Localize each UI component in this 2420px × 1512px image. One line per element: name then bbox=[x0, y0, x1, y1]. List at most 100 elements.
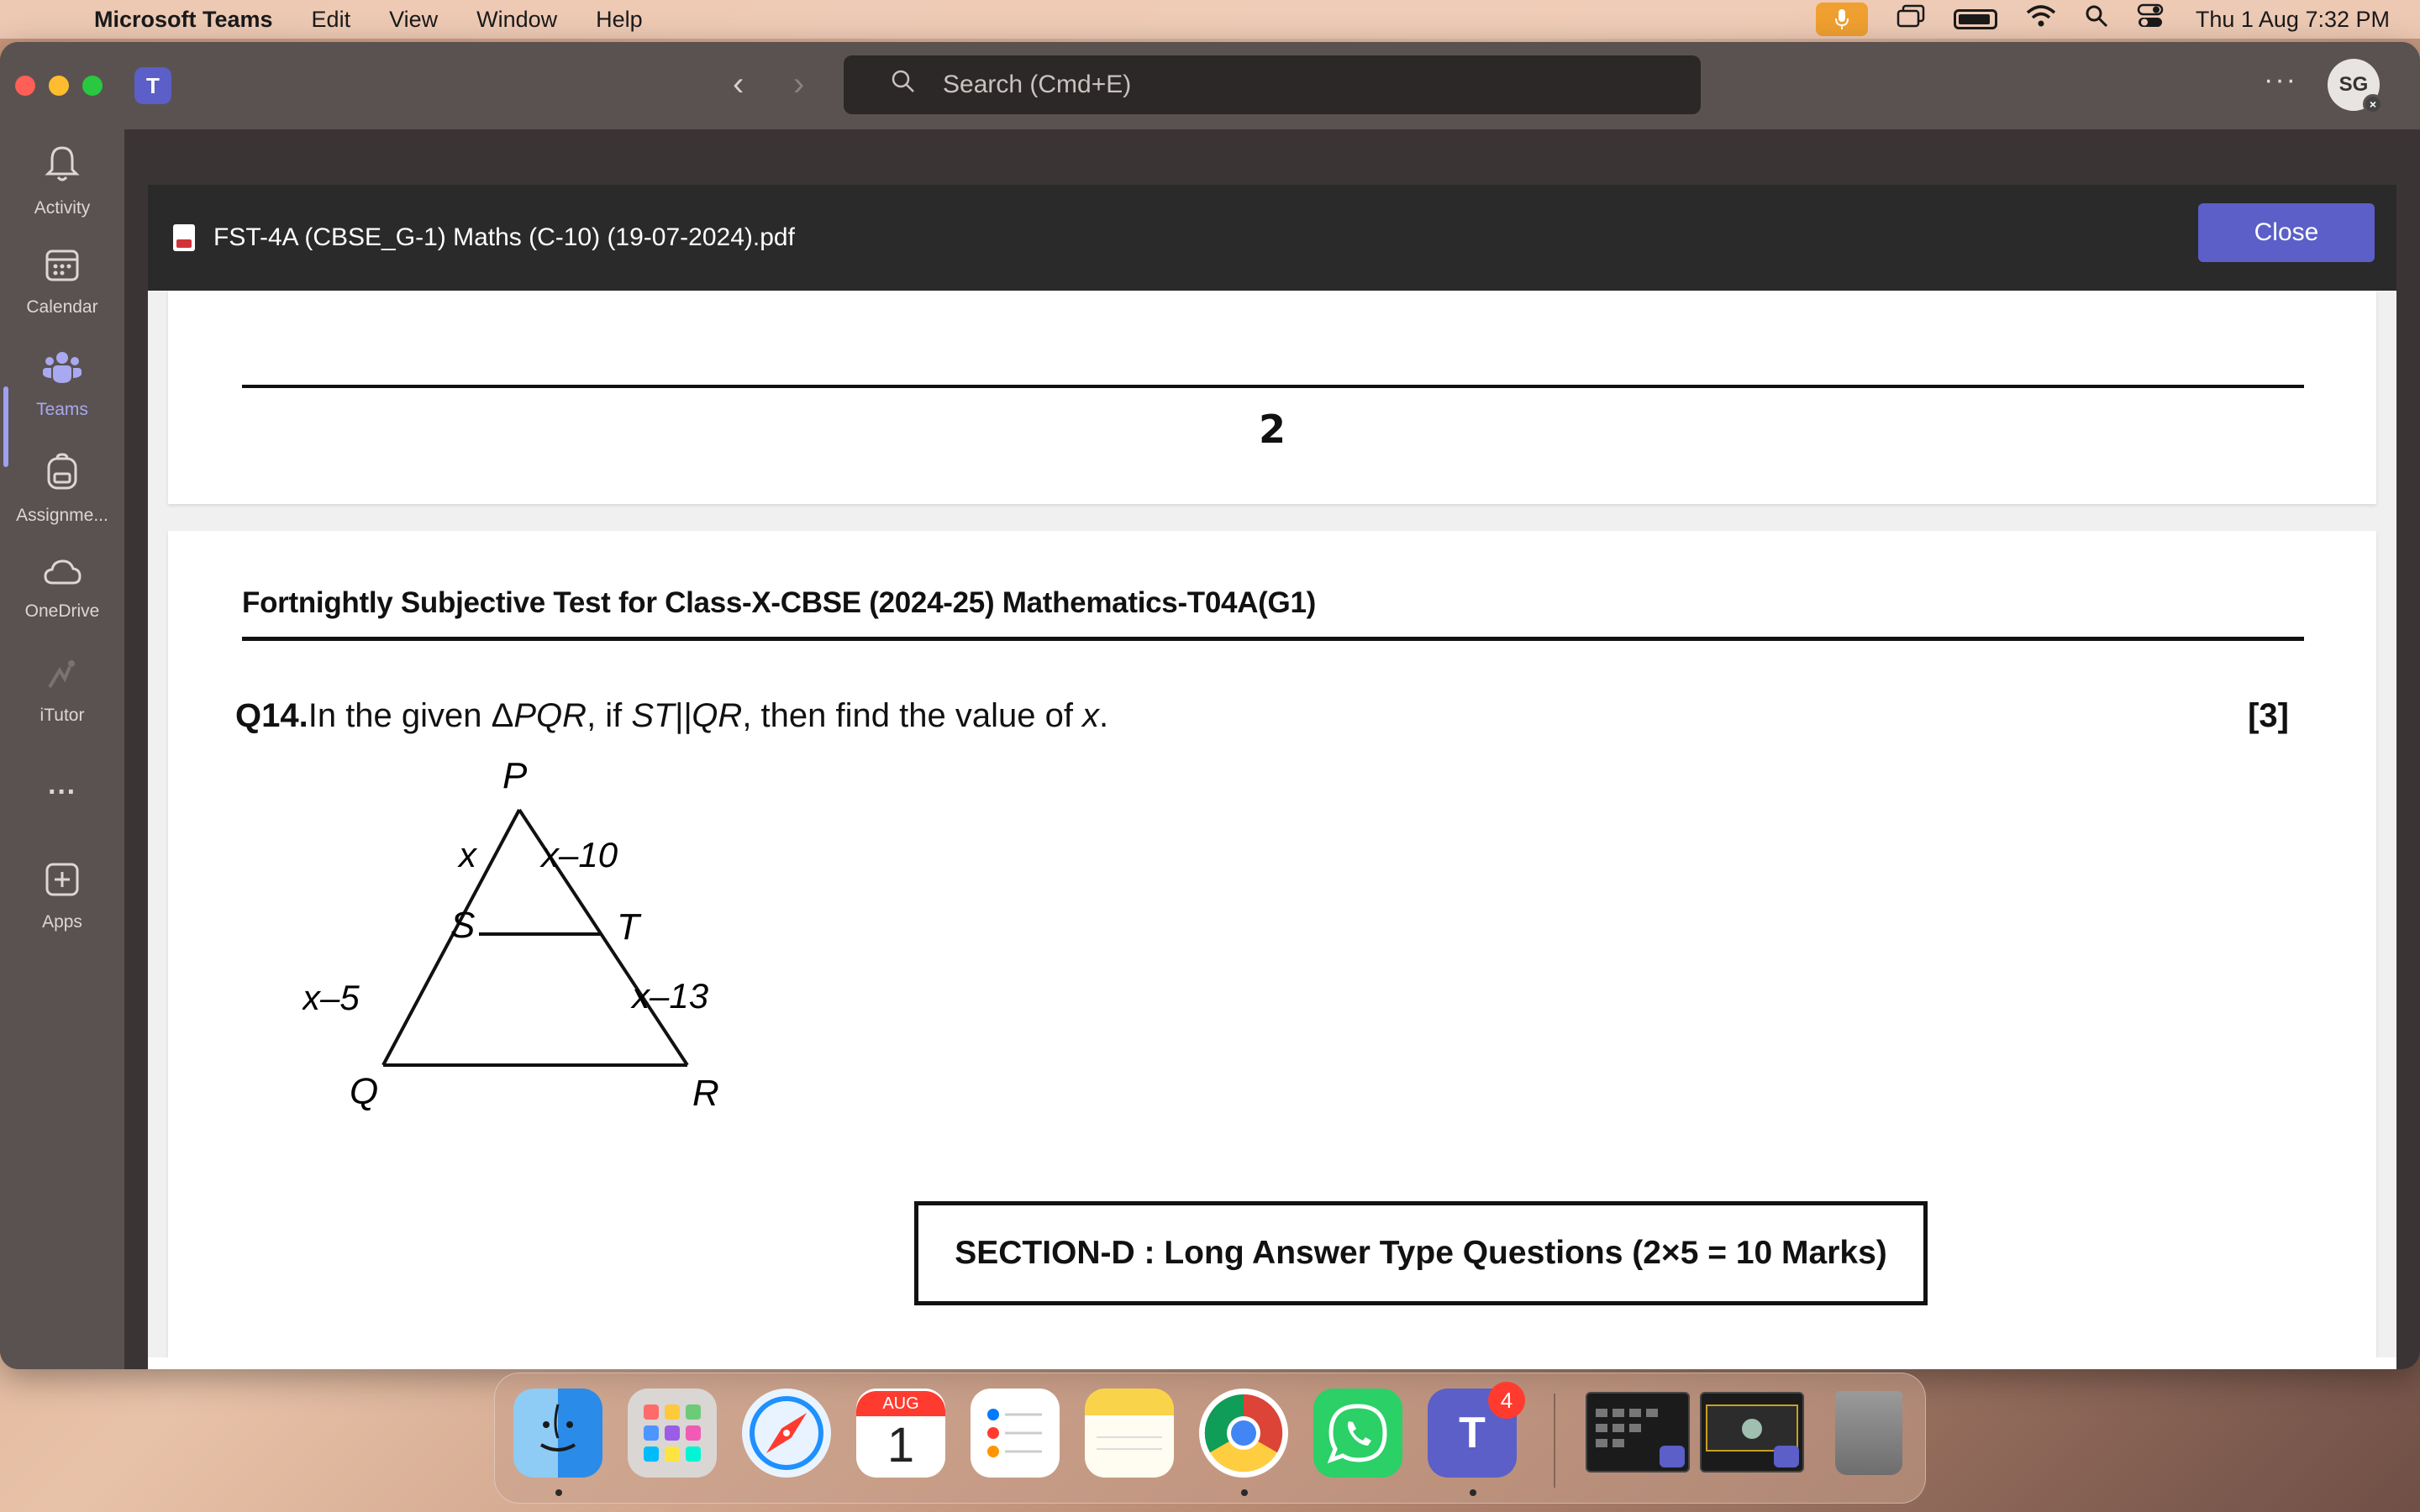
plus-square-icon bbox=[0, 862, 124, 906]
teams-logo-icon: T bbox=[134, 67, 171, 104]
rail-label: Assignme... bbox=[16, 506, 108, 525]
menu-help[interactable]: Help bbox=[596, 7, 643, 33]
question-14: Q14.In the given ΔPQR, if ST||QR, then f… bbox=[235, 697, 1108, 735]
menu-app-name[interactable]: Microsoft Teams bbox=[94, 7, 273, 33]
pdf-viewer: FST-4A (CBSE_G-1) Maths (C-10) (19-07-20… bbox=[148, 185, 2396, 1369]
vertex-label-p: P bbox=[502, 755, 528, 796]
menu-view[interactable]: View bbox=[389, 7, 438, 33]
safari-icon[interactable] bbox=[742, 1389, 831, 1478]
menu-edit[interactable]: Edit bbox=[312, 7, 351, 33]
calendar-app-icon[interactable]: AUG 1 bbox=[856, 1389, 945, 1478]
menu-clock[interactable]: Thu 1 Aug 7:32 PM bbox=[2196, 7, 2390, 33]
reminders-icon[interactable] bbox=[971, 1389, 1060, 1478]
question-math: PQR bbox=[513, 697, 587, 734]
control-center-icon[interactable] bbox=[2137, 3, 2167, 35]
question-math: x bbox=[1082, 697, 1100, 734]
pdf-file-icon bbox=[173, 224, 195, 251]
question-text: , then find the value of bbox=[742, 697, 1083, 734]
finder-icon[interactable] bbox=[513, 1389, 602, 1478]
rail-item-activity[interactable]: Activity bbox=[0, 144, 124, 218]
minimized-window-thumbnail[interactable] bbox=[1586, 1392, 1690, 1473]
vertex-label-t: T bbox=[617, 906, 642, 948]
side-label-tr: x–13 bbox=[630, 976, 708, 1016]
microphone-icon[interactable] bbox=[1815, 3, 1868, 36]
rail-label: Teams bbox=[36, 400, 88, 419]
rail-label: iTutor bbox=[39, 706, 85, 725]
notes-icon[interactable] bbox=[1085, 1389, 1174, 1478]
rail-item-more[interactable]: ··· bbox=[0, 776, 124, 809]
rail-item-teams[interactable]: Teams bbox=[0, 349, 124, 420]
question-text: , if bbox=[587, 697, 632, 734]
spotlight-search-icon[interactable] bbox=[2085, 4, 2108, 34]
calendar-month: AUG bbox=[856, 1391, 945, 1416]
file-name: FST-4A (CBSE_G-1) Maths (C-10) (19-07-20… bbox=[213, 223, 795, 251]
avatar[interactable]: SG × bbox=[2328, 59, 2383, 114]
whatsapp-icon[interactable] bbox=[1313, 1389, 1402, 1478]
launchpad-icon[interactable] bbox=[628, 1389, 717, 1478]
rail-item-onedrive[interactable]: OneDrive bbox=[0, 554, 124, 622]
question-marks: [3] bbox=[2248, 697, 2289, 734]
avatar-initials: SG bbox=[2338, 73, 2369, 96]
vertex-label-q: Q bbox=[350, 1071, 378, 1110]
screen-mirroring-icon[interactable] bbox=[1897, 4, 1925, 34]
back-arrow-icon[interactable]: ‹ bbox=[733, 66, 744, 103]
rail-item-assignments[interactable]: Assignme... bbox=[0, 452, 124, 526]
rail-item-apps[interactable]: Apps bbox=[0, 862, 124, 932]
question-number: Q14. bbox=[235, 697, 308, 734]
running-indicator bbox=[1241, 1489, 1248, 1496]
header-divider bbox=[242, 637, 2304, 641]
trash-can-icon bbox=[1835, 1391, 1902, 1475]
question-text: . bbox=[1099, 697, 1109, 734]
rail-label: Calendar bbox=[26, 297, 98, 317]
page-number: 2 bbox=[1258, 407, 1286, 452]
rail-item-itutor[interactable]: iTutor bbox=[0, 657, 124, 726]
calendar-day: 1 bbox=[886, 1418, 915, 1473]
minimized-window-thumbnail[interactable] bbox=[1700, 1392, 1804, 1473]
main-content: FST-4A (CBSE_G-1) Maths (C-10) (19-07-20… bbox=[124, 129, 2420, 1369]
minimize-window-button[interactable] bbox=[49, 76, 69, 96]
rail-item-calendar[interactable]: Calendar bbox=[0, 247, 124, 318]
viewer-header: FST-4A (CBSE_G-1) Maths (C-10) (19-07-20… bbox=[148, 185, 2396, 291]
itutor-icon bbox=[0, 657, 124, 699]
section-heading: SECTION-D : Long Answer Type Questions (… bbox=[914, 1201, 1928, 1305]
backpack-icon bbox=[0, 452, 124, 499]
pdf-page: Fortnightly Subjective Test for Class-X-… bbox=[168, 531, 2376, 1357]
bell-icon bbox=[0, 144, 124, 192]
forward-arrow-icon[interactable]: › bbox=[793, 66, 804, 103]
vertex-label-s: S bbox=[450, 905, 475, 946]
running-indicator bbox=[555, 1489, 562, 1496]
document-scroll-area[interactable]: 2 Fortnightly Subjective Test for Class-… bbox=[148, 291, 2396, 1357]
search-icon bbox=[891, 69, 916, 101]
notification-badge: 4 bbox=[1488, 1382, 1525, 1419]
pdf-page: 2 bbox=[168, 291, 2376, 504]
battery-icon[interactable] bbox=[1953, 9, 1997, 29]
close-window-button[interactable] bbox=[15, 76, 35, 96]
side-label-pt: x–10 bbox=[539, 835, 618, 874]
close-button[interactable]: Close bbox=[2198, 203, 2375, 262]
calendar-icon bbox=[0, 247, 124, 291]
title-bar: T ‹ › Search (Cmd+E) ··· SG × bbox=[0, 42, 2420, 129]
rail-label: OneDrive bbox=[24, 601, 100, 621]
more-options-icon[interactable]: ··· bbox=[2264, 64, 2297, 97]
question-text: In the given Δ bbox=[308, 697, 514, 734]
triangle-figure: P S T Q R x x–10 x–5 x–13 bbox=[302, 755, 719, 1110]
zoom-window-button[interactable] bbox=[82, 76, 103, 96]
menu-window[interactable]: Window bbox=[476, 7, 557, 33]
teams-app-icon[interactable]: T 4 bbox=[1428, 1382, 1525, 1478]
search-input[interactable]: Search (Cmd+E) bbox=[844, 55, 1701, 114]
trash-icon[interactable] bbox=[1824, 1389, 1913, 1478]
dock-separator bbox=[1554, 1394, 1555, 1488]
teams-window: T ‹ › Search (Cmd+E) ··· SG × Activity C… bbox=[0, 42, 2420, 1369]
teams-letter-icon: T bbox=[1459, 1409, 1486, 1457]
chrome-icon[interactable] bbox=[1199, 1389, 1288, 1478]
window-controls bbox=[15, 76, 103, 96]
wifi-icon[interactable] bbox=[2026, 4, 2056, 34]
more-icon: ··· bbox=[48, 776, 76, 808]
test-title: Fortnightly Subjective Test for Class-X-… bbox=[242, 586, 1316, 619]
vertex-label-r: R bbox=[692, 1073, 719, 1110]
rail-label: Apps bbox=[42, 912, 82, 932]
side-label-ps: x bbox=[457, 835, 478, 874]
menu-bar: Microsoft Teams Edit View Window Help Th… bbox=[0, 0, 2420, 39]
search-placeholder: Search (Cmd+E) bbox=[943, 71, 1132, 98]
dock: AUG 1 T 4 bbox=[494, 1373, 1926, 1504]
